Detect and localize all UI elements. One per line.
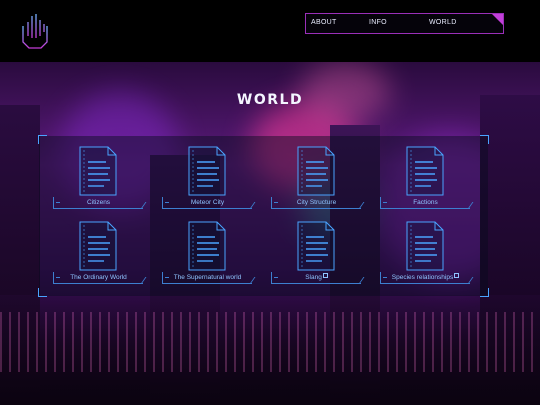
label-tick	[461, 202, 474, 209]
label-tick	[134, 277, 147, 284]
label-tick	[352, 202, 365, 209]
document-icon	[406, 221, 444, 271]
card-label-text: City Structure	[296, 199, 337, 206]
label-dash	[165, 277, 169, 278]
external-link-icon	[322, 273, 328, 278]
document-icon	[79, 221, 117, 271]
document-icon	[188, 221, 226, 271]
world-card[interactable]: Citizens	[53, 146, 147, 214]
world-card[interactable]: Species relationships	[380, 221, 474, 289]
logo-icon[interactable]	[20, 12, 50, 50]
document-icon	[406, 146, 444, 196]
card-label[interactable]: Species relationships	[380, 272, 474, 284]
nav-world[interactable]: WORLD	[429, 19, 457, 26]
panel-corner	[480, 288, 489, 297]
label-dash	[274, 277, 278, 278]
world-card[interactable]: The Ordinary World	[53, 221, 147, 289]
card-label-text: Factions	[413, 199, 438, 206]
label-dash	[383, 277, 387, 278]
main-nav: ABOUT INFO WORLD	[305, 13, 504, 34]
world-card[interactable]: City Structure	[271, 146, 365, 214]
label-tick	[134, 202, 147, 209]
card-label-text: Citizens	[86, 199, 111, 206]
label-dash	[383, 202, 387, 203]
document-icon	[188, 146, 226, 196]
nav-corner-accent	[492, 14, 503, 25]
world-card[interactable]: Factions	[380, 146, 474, 214]
card-label[interactable]: Slang	[271, 272, 365, 284]
panel-corner	[38, 135, 47, 144]
card-label-text: Species relationships	[391, 274, 454, 281]
page-title: WORLD	[236, 92, 304, 108]
card-label[interactable]: The Ordinary World	[53, 272, 147, 284]
external-link-icon	[454, 273, 460, 278]
label-dash	[56, 202, 60, 203]
card-label[interactable]: City Structure	[271, 197, 365, 209]
world-card[interactable]: The Supernatural world	[162, 221, 256, 289]
card-label[interactable]: Meteor City	[162, 197, 256, 209]
card-label-text: Meteor City	[190, 199, 225, 206]
card-label-text: The Ordinary World	[70, 274, 127, 281]
panel-corner	[38, 288, 47, 297]
document-icon	[297, 146, 335, 196]
card-label[interactable]: Citizens	[53, 197, 147, 209]
document-icon	[79, 146, 117, 196]
label-dash	[274, 202, 278, 203]
label-dash	[165, 202, 169, 203]
card-label[interactable]: The Supernatural world	[162, 272, 256, 284]
card-label-text: The Supernatural world	[173, 274, 242, 281]
top-bar: ABOUT INFO WORLD	[0, 0, 540, 62]
panel-corner	[480, 135, 489, 144]
document-icon	[297, 221, 335, 271]
label-tick	[352, 277, 365, 284]
world-card[interactable]: Slang	[271, 221, 365, 289]
world-card[interactable]: Meteor City	[162, 146, 256, 214]
nav-about[interactable]: ABOUT	[311, 19, 337, 26]
card-label[interactable]: Factions	[380, 197, 474, 209]
label-tick	[243, 202, 256, 209]
card-label-text: Slang	[305, 274, 322, 281]
label-dash	[56, 277, 60, 278]
label-tick	[243, 277, 256, 284]
label-tick	[461, 277, 474, 284]
nav-info[interactable]: INFO	[369, 19, 387, 26]
